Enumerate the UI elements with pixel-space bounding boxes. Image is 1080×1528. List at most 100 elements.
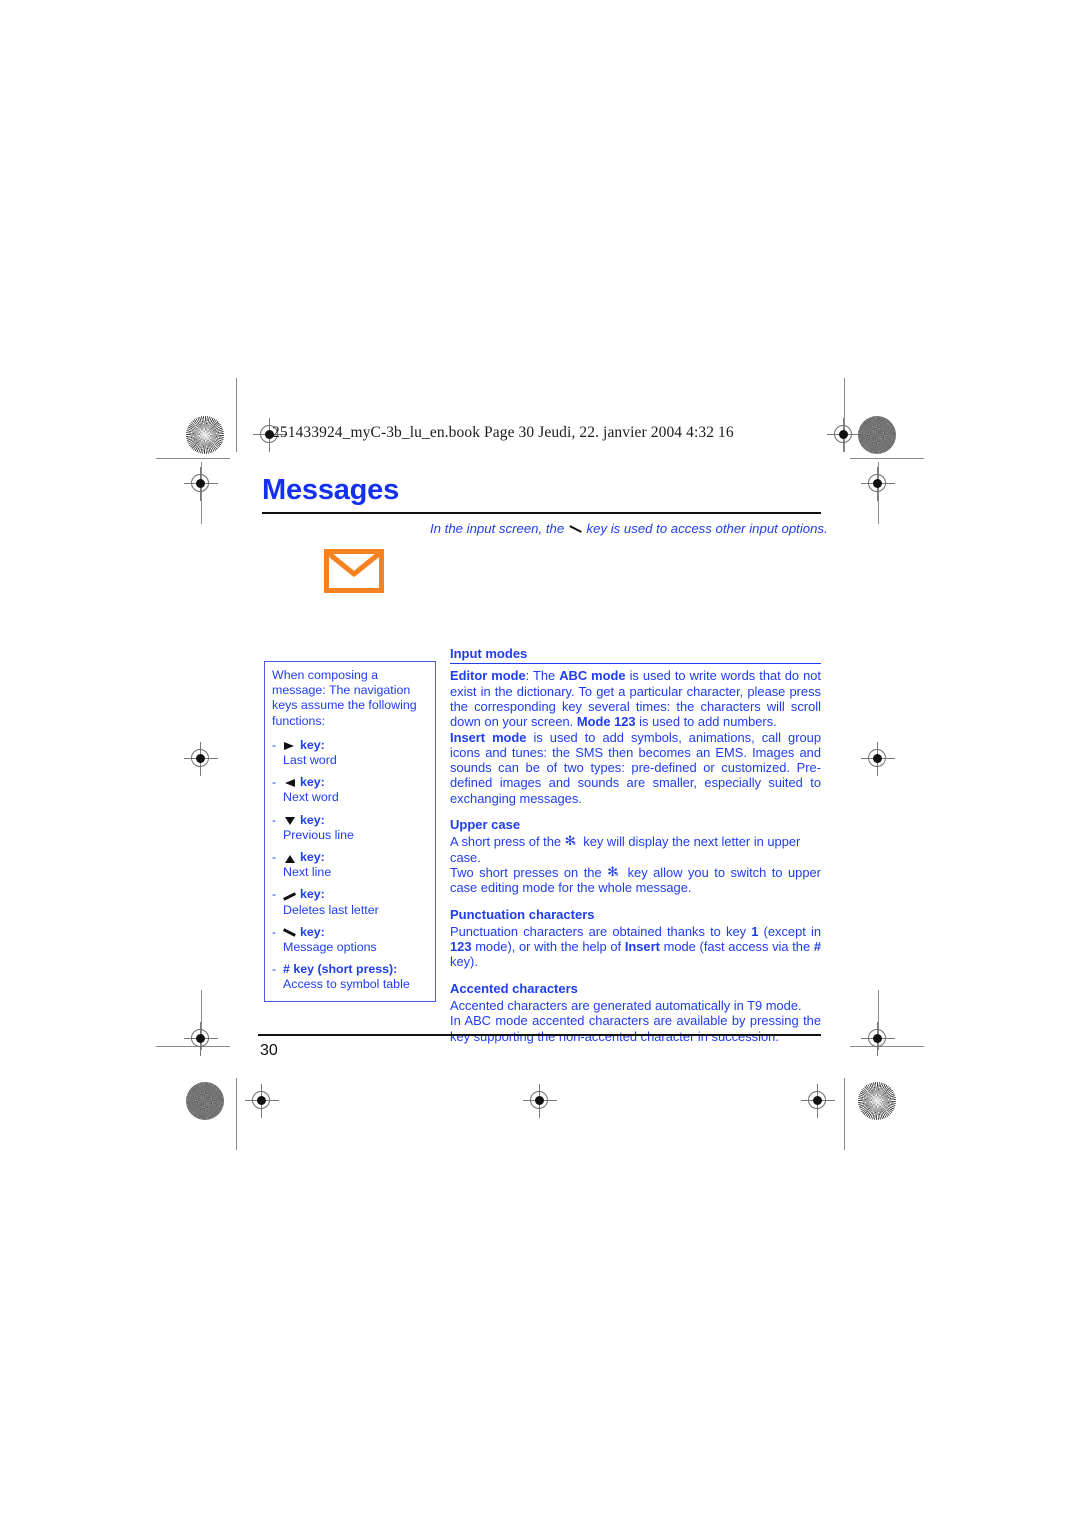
paragraph-punctuation: Punctuation characters are obtained than… [450, 924, 821, 970]
callout-entry-delete: - key: Deletes last letter [272, 887, 428, 917]
star-shift-key-icon: ✻ ₃ [564, 834, 576, 850]
footer-rule [258, 1034, 821, 1037]
callout-bullet-dash: - [272, 850, 277, 865]
callout-entry-next-word: - key: Next word [272, 775, 428, 805]
punctuation-text-e: key). [450, 954, 478, 970]
trim-line-top-right-horizontal [850, 458, 924, 459]
trim-line-left-vertical [236, 378, 237, 452]
trim-line-top-left-horizontal [156, 458, 230, 459]
callout-bullet-dash: - [272, 775, 277, 790]
paragraph-insert-mode: Insert mode is used to add symbols, anim… [450, 730, 821, 806]
options-key-icon [568, 524, 583, 535]
upper-case-line1-a: A short press of the [450, 834, 562, 850]
punctuation-text-d: mode (fast access via the [659, 939, 814, 955]
callout-key-desc: Deletes last letter [283, 902, 379, 917]
intro-note: In the input screen, the key is used to … [430, 521, 828, 536]
editor-mode-text-c: is used to add numbers. [635, 714, 777, 730]
term-mode-123: Mode 123 [576, 714, 636, 730]
intro-note-before: In the input screen, the [430, 521, 565, 536]
page-title: Messages [262, 474, 400, 506]
registration-target-bottom-left [245, 1084, 279, 1118]
arrow-left-key-icon [283, 777, 296, 789]
scanned-manual-page: 251433924_myC-3b_lu_en.book Page 30 Jeud… [0, 0, 1080, 1528]
term-insert-mode: Insert mode [450, 729, 527, 745]
arrow-down-key-icon [283, 814, 296, 826]
registration-target-lower-right [861, 1022, 895, 1056]
term-abc-mode: ABC mode [559, 668, 626, 684]
term-editor-mode: Editor mode [450, 668, 526, 684]
term-key-123: 123 [450, 939, 472, 955]
arrow-up-key-icon [283, 852, 296, 864]
slash-down-key-icon [283, 926, 296, 938]
callout-key-desc: Message options [283, 940, 377, 955]
callout-entry-symbol-table: - # key (short press): Access to symbol … [272, 962, 428, 992]
callout-bullet-dash: - [272, 812, 277, 827]
input-modes-rule [450, 663, 821, 665]
running-header-text: 251433924_myC-3b_lu_en.book Page 30 Jeud… [272, 424, 734, 441]
callout-entry-previous-line: - key: Previous line [272, 813, 428, 843]
callout-key-desc: Next line [283, 865, 332, 880]
callout-key-label: key: [300, 924, 325, 939]
title-underline-rule [262, 512, 821, 515]
editor-mode-text-a: : The [525, 668, 560, 684]
section-heading-upper-case: Upper case [450, 817, 521, 833]
registration-target-bottom-right [801, 1084, 835, 1118]
callout-key-label: # key (short press): [283, 962, 398, 977]
callout-key-label: key: [300, 812, 325, 827]
arrow-right-key-icon [283, 739, 296, 751]
callout-key-label: key: [300, 850, 325, 865]
slash-up-key-icon [283, 889, 296, 901]
registration-target-center-left [184, 742, 218, 776]
callout-entry-message-options: - key: Message options [272, 925, 428, 955]
registration-target-top-right [827, 418, 861, 452]
callout-entry-next-line: - key: Next line [272, 850, 428, 880]
paragraph-accented-line2: In ABC mode accented characters are avai… [450, 1013, 821, 1043]
callout-key-desc: Next word [283, 790, 339, 805]
callout-bullet-dash: - [272, 887, 277, 902]
paragraph-upper-case-line2: Two short presses on the ✻ ₃ key allow yo… [450, 865, 821, 896]
term-insert: Insert [624, 939, 660, 955]
density-patch-gray-top-right [858, 416, 896, 454]
registration-target-center-right [861, 742, 895, 776]
density-patch-starburst-top-left [186, 416, 224, 454]
punctuation-text-b: (except in [758, 923, 822, 939]
trim-line-right-foot-vertical [844, 1078, 845, 1150]
registration-target-middle-left [184, 467, 218, 501]
density-patch-gray-bottom-left [186, 1082, 224, 1120]
section-heading-accented: Accented characters [450, 980, 578, 996]
punctuation-text-c: mode), or with the help of [471, 939, 625, 955]
callout-lead: When composing a message: The navigation… [272, 668, 428, 729]
section-heading-input-modes: Input modes [450, 646, 528, 661]
page-number: 30 [260, 1042, 278, 1059]
paragraph-upper-case-line1: A short press of the ✻ ₃ key will display… [450, 834, 821, 865]
main-text-column: Input modes Editor mode: The ABC mode is… [450, 646, 821, 1044]
callout-key-label: key: [300, 737, 325, 752]
callout-bullet-dash: - [272, 962, 277, 977]
registration-target-middle-right [861, 467, 895, 501]
punctuation-text-a: Punctuation characters are obtained than… [450, 923, 752, 939]
navigation-keys-callout: When composing a message: The navigation… [264, 661, 436, 1002]
upper-case-line2-a: Two short presses on the [450, 864, 602, 880]
paragraph-editor-mode: Editor mode: The ABC mode is used to wri… [450, 668, 821, 729]
callout-bullet-dash: - [272, 924, 277, 939]
callout-bullet-dash: - [272, 737, 277, 752]
envelope-icon [323, 548, 385, 594]
paragraph-accented-line1: Accented characters are generated automa… [450, 998, 802, 1014]
density-patch-starburst-bottom-right [858, 1082, 896, 1120]
term-hash-key: # [813, 939, 821, 955]
callout-key-label: key: [300, 775, 325, 790]
callout-key-desc: Access to symbol table [283, 977, 410, 992]
callout-key-label: key: [300, 887, 325, 902]
callout-entry-last-word: - key: Last word [272, 738, 428, 768]
star-shift-key-icon: ✻ ₃ [607, 865, 619, 881]
trim-line-left-foot-vertical [236, 1078, 237, 1150]
intro-note-after: key is used to access other input option… [586, 521, 828, 536]
registration-target-bottom-center [523, 1084, 557, 1118]
section-heading-punctuation: Punctuation characters [450, 906, 595, 922]
callout-key-desc: Previous line [283, 827, 354, 842]
registration-target-lower-left [184, 1022, 218, 1056]
callout-key-desc: Last word [283, 753, 337, 768]
